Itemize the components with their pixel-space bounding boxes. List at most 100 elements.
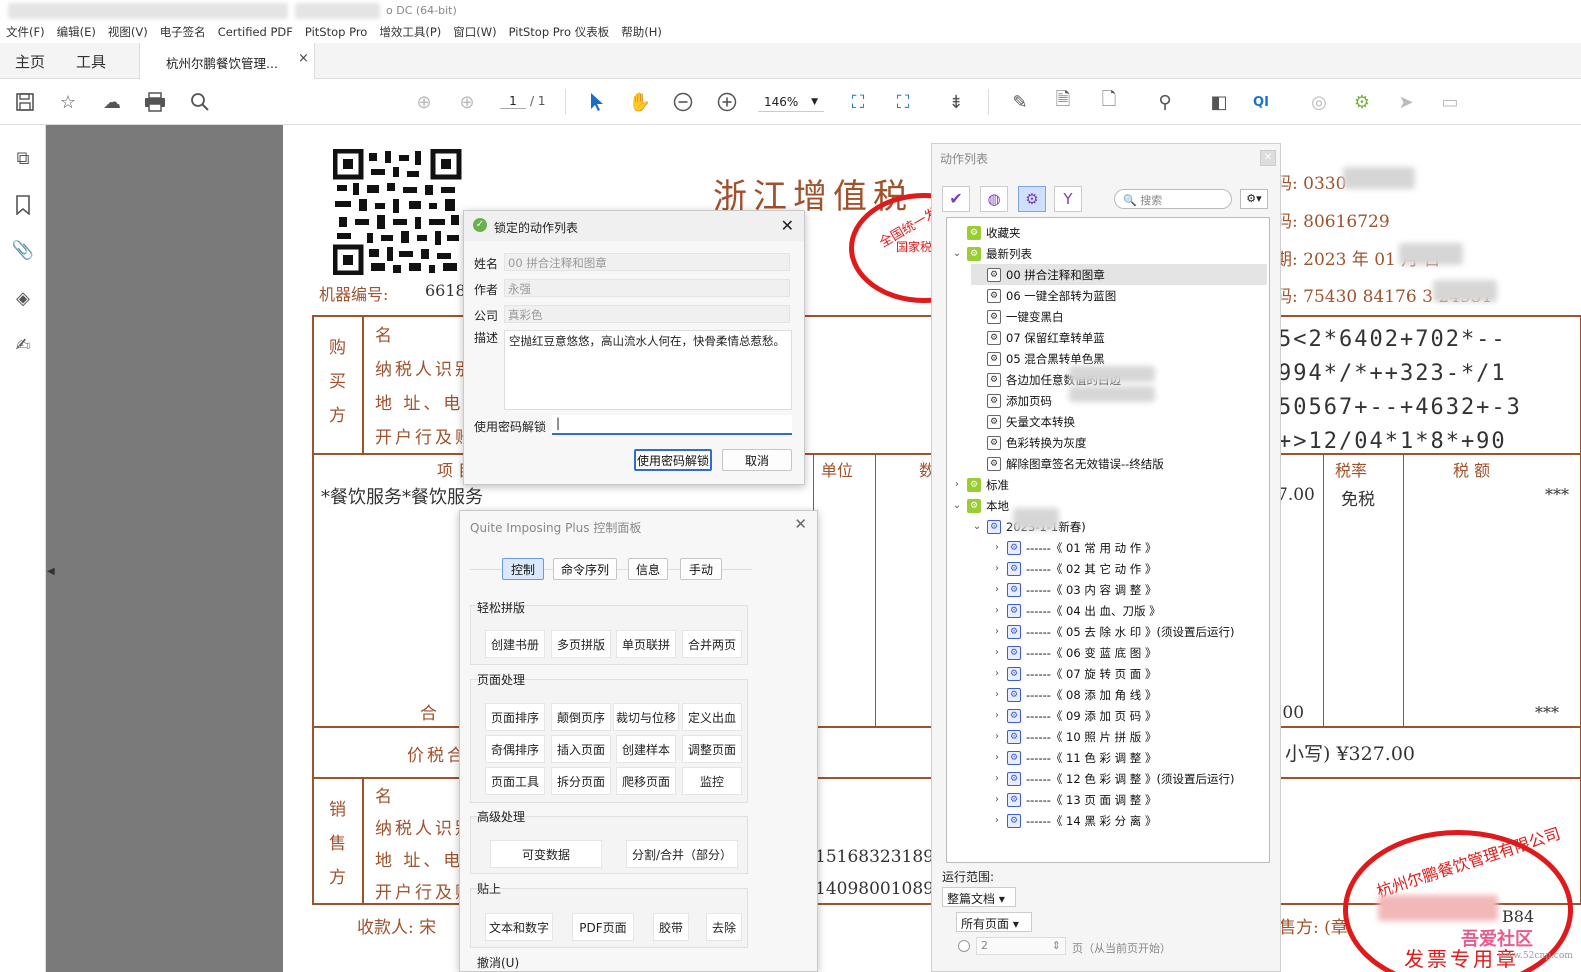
menu-item-8[interactable]: PitStop Pro 仪表板: [503, 22, 616, 42]
export-pdf-icon[interactable]: 🗎: [1050, 89, 1076, 115]
action-tree-item[interactable]: › ⚙ ------《 09 添 加 页 码 》: [991, 705, 1267, 726]
action-tree-item[interactable]: › ⚙ ------《 08 添 加 角 线 》: [991, 684, 1267, 705]
pointer-icon[interactable]: ➤: [1393, 89, 1419, 115]
quite-imposing-icon[interactable]: QI: [1248, 89, 1274, 115]
step-repeat-button[interactable]: 单页联拼: [616, 630, 676, 658]
menu-item-2[interactable]: 视图(V): [102, 22, 154, 42]
page-number-input[interactable]: 1: [500, 94, 526, 109]
action-tree-item[interactable]: › ⚙ ------《 01 常 用 动 作 》: [991, 537, 1267, 558]
settings-dropdown-icon[interactable]: ⚙▾: [1240, 189, 1268, 209]
action-tree-item[interactable]: › ⚙ ------《 06 变 蓝 底 图 》: [991, 642, 1267, 663]
define-bleed-button[interactable]: 定义出血: [682, 703, 742, 731]
create-pdf-icon[interactable]: 🗋: [1096, 89, 1122, 115]
save-icon[interactable]: [12, 89, 38, 115]
page-tools-button[interactable]: 页面工具: [485, 767, 545, 795]
monitor-button[interactable]: 监控: [682, 767, 742, 795]
redact-icon[interactable]: ◧: [1206, 89, 1232, 115]
action-tree-item[interactable]: ⚙ 07 保留红章转单蓝: [971, 327, 1267, 348]
chevron-right-icon[interactable]: ›: [991, 563, 1003, 574]
bookmark-icon[interactable]: [10, 192, 36, 218]
globe-icon[interactable]: ◍: [980, 186, 1008, 212]
chevron-down-icon[interactable]: ⌄: [951, 248, 963, 259]
chevron-right-icon[interactable]: ›: [991, 773, 1003, 784]
chevron-down-icon[interactable]: ⌄: [971, 521, 983, 532]
stamp-icon[interactable]: ⚲: [1152, 89, 1178, 115]
chevron-right-icon[interactable]: ›: [991, 794, 1003, 805]
filter-icon[interactable]: Y: [1054, 186, 1082, 212]
action-tree-item[interactable]: › ⚙ ------《 04 出 血、刀版 》: [991, 600, 1267, 621]
action-tree-item[interactable]: ⚙ 收藏夹: [951, 222, 1267, 243]
close-icon[interactable]: ✕: [794, 515, 807, 533]
action-tree-item[interactable]: ⌄ ⚙ 本地: [951, 495, 1267, 516]
close-icon[interactable]: ✕: [781, 216, 794, 235]
action-tree-item[interactable]: ⚙ 06 一键全部转为蓝图: [971, 285, 1267, 306]
chevron-down-icon[interactable]: ⌄: [951, 500, 963, 511]
action-tree-item[interactable]: › ⚙ 标准: [951, 474, 1267, 495]
prev-page-icon[interactable]: ⊕: [411, 89, 437, 115]
chevron-right-icon[interactable]: ›: [991, 752, 1003, 763]
zoom-out-icon[interactable]: [670, 89, 696, 115]
chevron-right-icon[interactable]: ›: [991, 815, 1003, 826]
action-tree-item[interactable]: ⚙ 矢量文本转换: [971, 411, 1267, 432]
action-tree-item[interactable]: › ⚙ ------《 05 去 除 水 印 》(须设置后运行): [991, 621, 1267, 642]
chevron-right-icon[interactable]: ›: [991, 731, 1003, 742]
password-input[interactable]: |: [552, 415, 792, 435]
panel-close-icon[interactable]: ✕: [1260, 150, 1276, 166]
action-tree-item[interactable]: › ⚙ ------《 07 旋 转 页 面 》: [991, 663, 1267, 684]
tab-info[interactable]: 信息: [628, 558, 668, 580]
action-tree-item[interactable]: › ⚙ ------《 13 页 面 调 整 》: [991, 789, 1267, 810]
hand-tool-icon[interactable]: ✋: [627, 89, 653, 115]
edit-pdf-icon[interactable]: ✎: [1007, 89, 1033, 115]
marquee-icon[interactable]: ▭: [1437, 89, 1463, 115]
action-tree-item[interactable]: ⚙ 一键变黑白: [971, 306, 1267, 327]
fit-width-icon[interactable]: ⛶: [890, 89, 916, 115]
menu-item-0[interactable]: 文件(F): [0, 22, 51, 42]
chevron-right-icon[interactable]: ›: [991, 668, 1003, 679]
chevron-right-icon[interactable]: ›: [991, 542, 1003, 553]
zoom-select[interactable]: 146% ▼: [758, 92, 824, 112]
close-tab-icon[interactable]: ×: [298, 51, 309, 66]
star-icon[interactable]: ☆: [55, 89, 81, 115]
action-tree-item[interactable]: ⚙ 色彩转换为灰度: [971, 432, 1267, 453]
menu-item-3[interactable]: 电子签名: [154, 22, 212, 42]
gear-icon[interactable]: ⚙: [1018, 186, 1046, 212]
menu-item-9[interactable]: 帮助(H): [615, 22, 668, 42]
menu-item-7[interactable]: 窗口(W): [447, 22, 502, 42]
tab-document[interactable]: 杭州尔鹏餐饮管理... ×: [139, 43, 315, 79]
chevron-right-icon[interactable]: ›: [991, 605, 1003, 616]
page-count-input[interactable]: 2 ⇕: [976, 937, 1066, 955]
odd-even-sort-button[interactable]: 奇偶排序: [485, 735, 545, 763]
pdf-pages-button[interactable]: PDF页面: [572, 913, 634, 941]
menu-item-4[interactable]: Certified PDF: [212, 23, 299, 41]
text-numbers-button[interactable]: 文本和数字: [485, 913, 553, 941]
upload-cloud-icon[interactable]: ☁: [99, 89, 125, 115]
chevron-right-icon[interactable]: ›: [951, 479, 963, 490]
tape-button[interactable]: 胶带: [653, 913, 689, 941]
find-icon[interactable]: [187, 89, 213, 115]
menu-item-1[interactable]: 编辑(E): [51, 22, 102, 42]
checkmark-icon[interactable]: ✔: [942, 186, 970, 212]
description-field[interactable]: 空抛红豆意悠悠，高山流水人何在，快骨柔情总惹愁。: [504, 330, 792, 410]
tab-control[interactable]: 控制: [502, 558, 544, 580]
scope-select[interactable]: 整篇文档 ▾: [942, 887, 1016, 907]
tab-tools[interactable]: 工具: [76, 51, 106, 72]
action-tree-item[interactable]: › ⚙ ------《 03 内 容 调 整 》: [991, 579, 1267, 600]
create-sample-button[interactable]: 创建样本: [616, 735, 676, 763]
layers-icon[interactable]: ◈: [10, 285, 36, 311]
action-tree-item[interactable]: › ⚙ ------《 11 色 彩 调 整 》: [991, 747, 1267, 768]
creep-pages-button[interactable]: 爬移页面: [616, 767, 676, 795]
page-count-radio[interactable]: [958, 940, 970, 952]
action-tree-item[interactable]: › ⚙ ------《 12 色 彩 调 整 》(须设置后运行): [991, 768, 1267, 789]
tab-command-sequence[interactable]: 命令序列: [553, 558, 617, 580]
chevron-right-icon[interactable]: ›: [991, 710, 1003, 721]
split-merge-button[interactable]: 分割/合并（部分）: [626, 840, 738, 868]
signature-icon[interactable]: ✍: [10, 332, 36, 358]
chevron-right-icon[interactable]: ›: [991, 647, 1003, 658]
menu-item-5[interactable]: PitStop Pro: [299, 23, 373, 41]
action-tree-item[interactable]: ⚙ 解除图章签名无效错误--终结版: [971, 453, 1267, 474]
action-gear-icon[interactable]: ⚙: [1349, 89, 1375, 115]
page-sort-button[interactable]: 页面排序: [485, 703, 545, 731]
remove-button[interactable]: 去除: [706, 913, 742, 941]
menu-item-6[interactable]: 增效工具(P): [373, 22, 447, 42]
attachment-icon[interactable]: 📎: [10, 237, 36, 263]
